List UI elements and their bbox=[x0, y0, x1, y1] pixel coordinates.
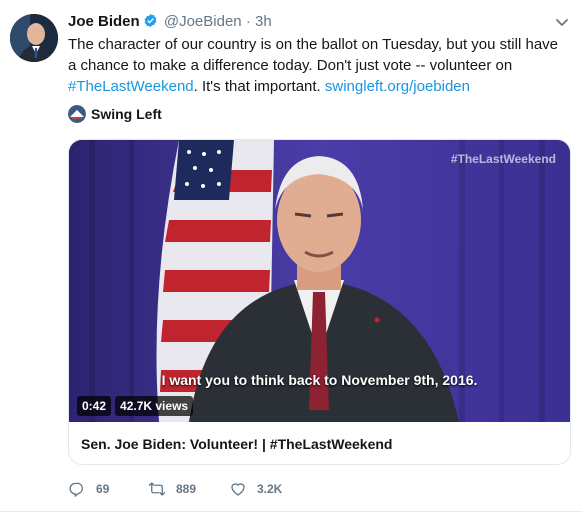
separator-dot: · bbox=[245, 13, 251, 30]
video-subtitle: I want you to think back to November 9th… bbox=[161, 372, 478, 388]
tweet-text: The character of our country is on the b… bbox=[68, 34, 563, 97]
hashtag-link[interactable]: #TheLastWeekend bbox=[68, 78, 194, 95]
like-count: 3.2K bbox=[257, 482, 283, 496]
video-source[interactable]: Swing Left bbox=[68, 103, 162, 125]
retweet-count: 889 bbox=[176, 482, 197, 496]
video-views: 42.7K views bbox=[115, 396, 194, 416]
swing-left-logo-icon bbox=[68, 105, 86, 123]
retweet-button[interactable]: 889 bbox=[148, 480, 229, 498]
source-name: Swing Left bbox=[91, 106, 162, 122]
url-link[interactable]: swingleft.org/joebiden bbox=[325, 78, 470, 95]
video-hashtag-overlay: #TheLastWeekend bbox=[450, 152, 556, 166]
avatar[interactable] bbox=[10, 14, 58, 62]
retweet-icon bbox=[148, 482, 166, 496]
tweet-actions: 69 889 3.2K bbox=[68, 480, 309, 498]
video-duration: 0:42 bbox=[77, 396, 112, 416]
video-card[interactable]: #TheLastWeekend I want you to think back… bbox=[68, 139, 571, 465]
author-handle[interactable]: @JoeBiden bbox=[164, 13, 242, 30]
video-player[interactable]: #TheLastWeekend I want you to think back… bbox=[69, 140, 570, 422]
timestamp[interactable]: 3h bbox=[255, 13, 272, 30]
tweet-text-part1: The character of our country is on the b… bbox=[68, 36, 558, 74]
verified-badge-icon bbox=[143, 13, 158, 28]
tweet-header: Joe Biden @JoeBiden · 3h bbox=[68, 12, 272, 32]
chevron-down-icon[interactable] bbox=[554, 14, 570, 30]
card-title[interactable]: Sen. Joe Biden: Volunteer! | #TheLastWee… bbox=[81, 436, 392, 452]
reply-icon bbox=[69, 482, 84, 497]
author-name[interactable]: Joe Biden bbox=[68, 13, 140, 30]
reply-button[interactable]: 69 bbox=[68, 480, 148, 498]
reply-count: 69 bbox=[96, 482, 110, 496]
tweet-text-part2: . It's that important. bbox=[193, 78, 325, 95]
tweet[interactable]: Joe Biden @JoeBiden · 3h The character o… bbox=[0, 0, 582, 512]
video-stats-badge: 0:42 42.7K views bbox=[77, 396, 194, 416]
heart-icon bbox=[231, 483, 245, 496]
like-button[interactable]: 3.2K bbox=[229, 480, 309, 498]
